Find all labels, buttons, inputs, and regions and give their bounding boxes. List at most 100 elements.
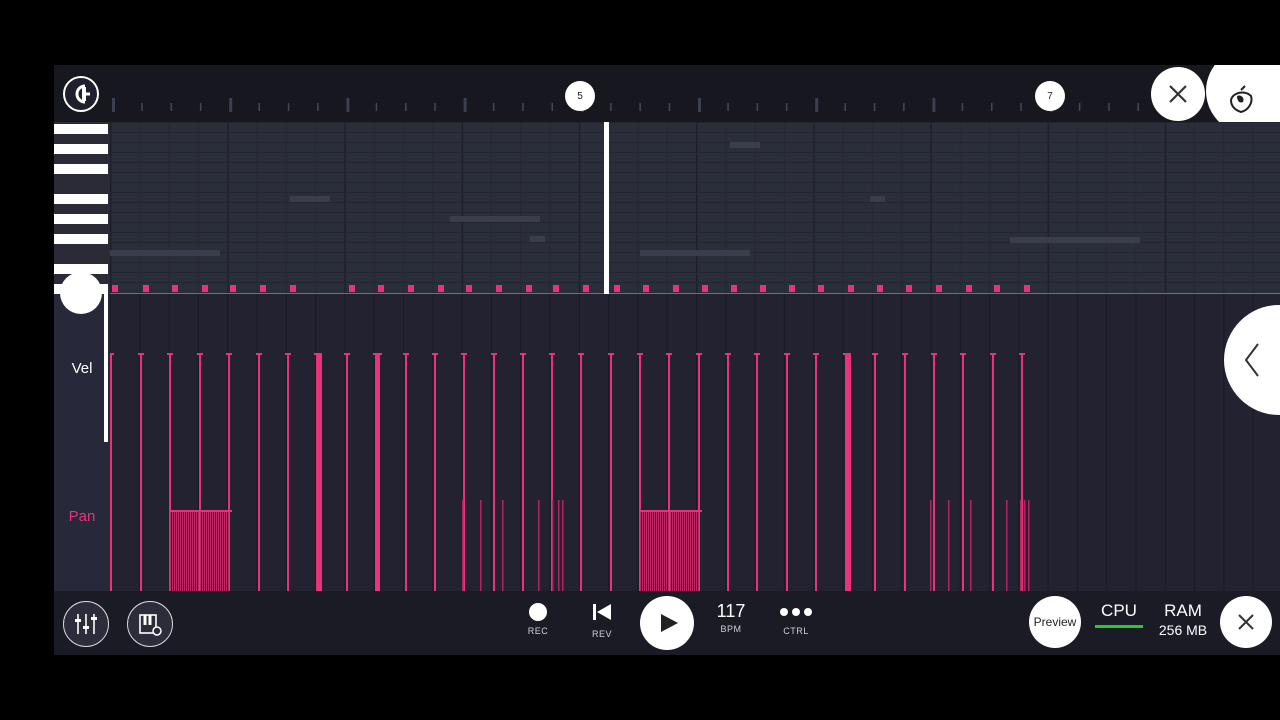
note bbox=[466, 285, 472, 292]
play-button[interactable] bbox=[640, 596, 694, 650]
velocity-target-tab[interactable]: Vel bbox=[54, 360, 110, 377]
velocity-cap bbox=[226, 353, 232, 355]
bar-marker-5[interactable]: 5 bbox=[565, 81, 595, 111]
note bbox=[1024, 285, 1030, 292]
pan-bar bbox=[562, 500, 564, 591]
grid-beat-line bbox=[490, 122, 492, 294]
pan-bar bbox=[204, 510, 205, 591]
ghost-note bbox=[110, 250, 220, 256]
pan-bar bbox=[224, 510, 225, 591]
timeline-ruler[interactable]: 5 7 bbox=[54, 65, 1280, 122]
pan-bar bbox=[208, 510, 209, 591]
preview-button[interactable]: Preview bbox=[1029, 596, 1081, 648]
pan-bar bbox=[662, 510, 663, 591]
piano-key[interactable] bbox=[54, 164, 108, 174]
piano-keyboard[interactable] bbox=[54, 122, 110, 294]
pan-bar bbox=[216, 510, 217, 591]
record-button[interactable]: REC bbox=[522, 603, 554, 636]
velocity-bar bbox=[756, 353, 758, 591]
ruler-tick bbox=[785, 103, 788, 111]
pan-bar bbox=[538, 500, 540, 591]
velocity-bar bbox=[522, 353, 524, 591]
velocity-cap bbox=[138, 353, 144, 355]
pan-bar bbox=[652, 510, 653, 591]
resize-handle[interactable] bbox=[60, 272, 102, 314]
velocity-bar bbox=[376, 353, 378, 591]
chevron-left-icon bbox=[1244, 343, 1259, 377]
pan-bar bbox=[202, 510, 203, 591]
grid-beat-line bbox=[666, 122, 668, 294]
snap-button[interactable] bbox=[63, 76, 99, 112]
pan-bar bbox=[676, 510, 677, 591]
event-grid-line bbox=[813, 294, 815, 591]
event-grid-line bbox=[285, 294, 287, 591]
ruler-tick bbox=[287, 103, 290, 111]
piano-key[interactable] bbox=[54, 214, 108, 224]
ruler-tick bbox=[405, 103, 407, 111]
velocity-bar bbox=[992, 353, 994, 591]
event-grid-line bbox=[432, 294, 434, 591]
note bbox=[112, 285, 118, 292]
piano-key[interactable] bbox=[54, 234, 108, 244]
pan-bar bbox=[462, 500, 464, 591]
velocity-bar bbox=[962, 353, 964, 591]
close-piano-roll-button[interactable] bbox=[1151, 67, 1205, 121]
pan-target-tab[interactable]: Pan bbox=[54, 508, 110, 525]
pan-bar bbox=[210, 510, 211, 591]
event-grid-line bbox=[637, 294, 639, 591]
pan-bar bbox=[654, 510, 655, 591]
ruler-tick bbox=[756, 103, 759, 111]
velocity-bar bbox=[287, 353, 289, 591]
note bbox=[994, 285, 1000, 292]
ctrl-button[interactable]: CTRL bbox=[776, 605, 816, 636]
piano-key[interactable] bbox=[54, 144, 108, 154]
velocity-cap bbox=[285, 353, 291, 355]
note bbox=[408, 285, 414, 292]
rewind-button[interactable]: REV bbox=[586, 603, 618, 639]
bar-marker-7[interactable]: 7 bbox=[1035, 81, 1065, 111]
note bbox=[230, 285, 236, 292]
mixer-button[interactable] bbox=[63, 601, 109, 647]
playhead[interactable] bbox=[604, 122, 609, 294]
grid-beat-line bbox=[930, 122, 932, 294]
event-grid-line bbox=[754, 294, 756, 591]
pan-cap bbox=[640, 510, 702, 512]
more-dots-icon bbox=[780, 608, 812, 616]
pan-bar bbox=[678, 510, 679, 591]
tempo-display[interactable]: 117 BPM bbox=[710, 601, 752, 634]
piano-key[interactable] bbox=[54, 194, 108, 204]
piano-key[interactable] bbox=[54, 124, 108, 134]
event-grid-line bbox=[959, 294, 961, 591]
velocity-cap bbox=[1019, 353, 1025, 355]
piano-roll-settings-button[interactable] bbox=[127, 601, 173, 647]
ruler-tick bbox=[668, 103, 671, 111]
close-app-button[interactable] bbox=[1220, 596, 1272, 648]
tempo-label: BPM bbox=[720, 624, 742, 634]
pan-bar bbox=[656, 510, 657, 591]
note bbox=[760, 285, 766, 292]
pan-bar bbox=[178, 510, 179, 591]
note-grid[interactable] bbox=[110, 122, 1280, 294]
pan-bar bbox=[672, 510, 673, 591]
grid-beat-line bbox=[461, 122, 464, 294]
ghost-note bbox=[730, 142, 760, 148]
event-grid-line bbox=[783, 294, 785, 591]
velocity-bar bbox=[610, 353, 612, 591]
grid-row-line bbox=[110, 222, 1280, 223]
note bbox=[818, 285, 824, 292]
event-editor[interactable] bbox=[110, 294, 1280, 591]
velocity-cap bbox=[872, 353, 878, 355]
ruler-tick bbox=[141, 103, 143, 111]
ruler-tick bbox=[639, 103, 641, 111]
ram-meter: RAM 256 MB bbox=[1152, 601, 1214, 638]
velocity-cap bbox=[167, 353, 173, 355]
velocity-bar bbox=[258, 353, 260, 591]
grid-row-line bbox=[110, 162, 1280, 163]
velocity-cap bbox=[845, 353, 851, 355]
pan-bar bbox=[670, 510, 671, 591]
grid-beat-line bbox=[578, 122, 581, 294]
transport-bar: REC REV 117 BPM CTRL Preview CPU RAM 256… bbox=[54, 591, 1280, 655]
note bbox=[290, 285, 296, 292]
event-grid-line bbox=[256, 294, 258, 591]
note bbox=[496, 285, 502, 292]
